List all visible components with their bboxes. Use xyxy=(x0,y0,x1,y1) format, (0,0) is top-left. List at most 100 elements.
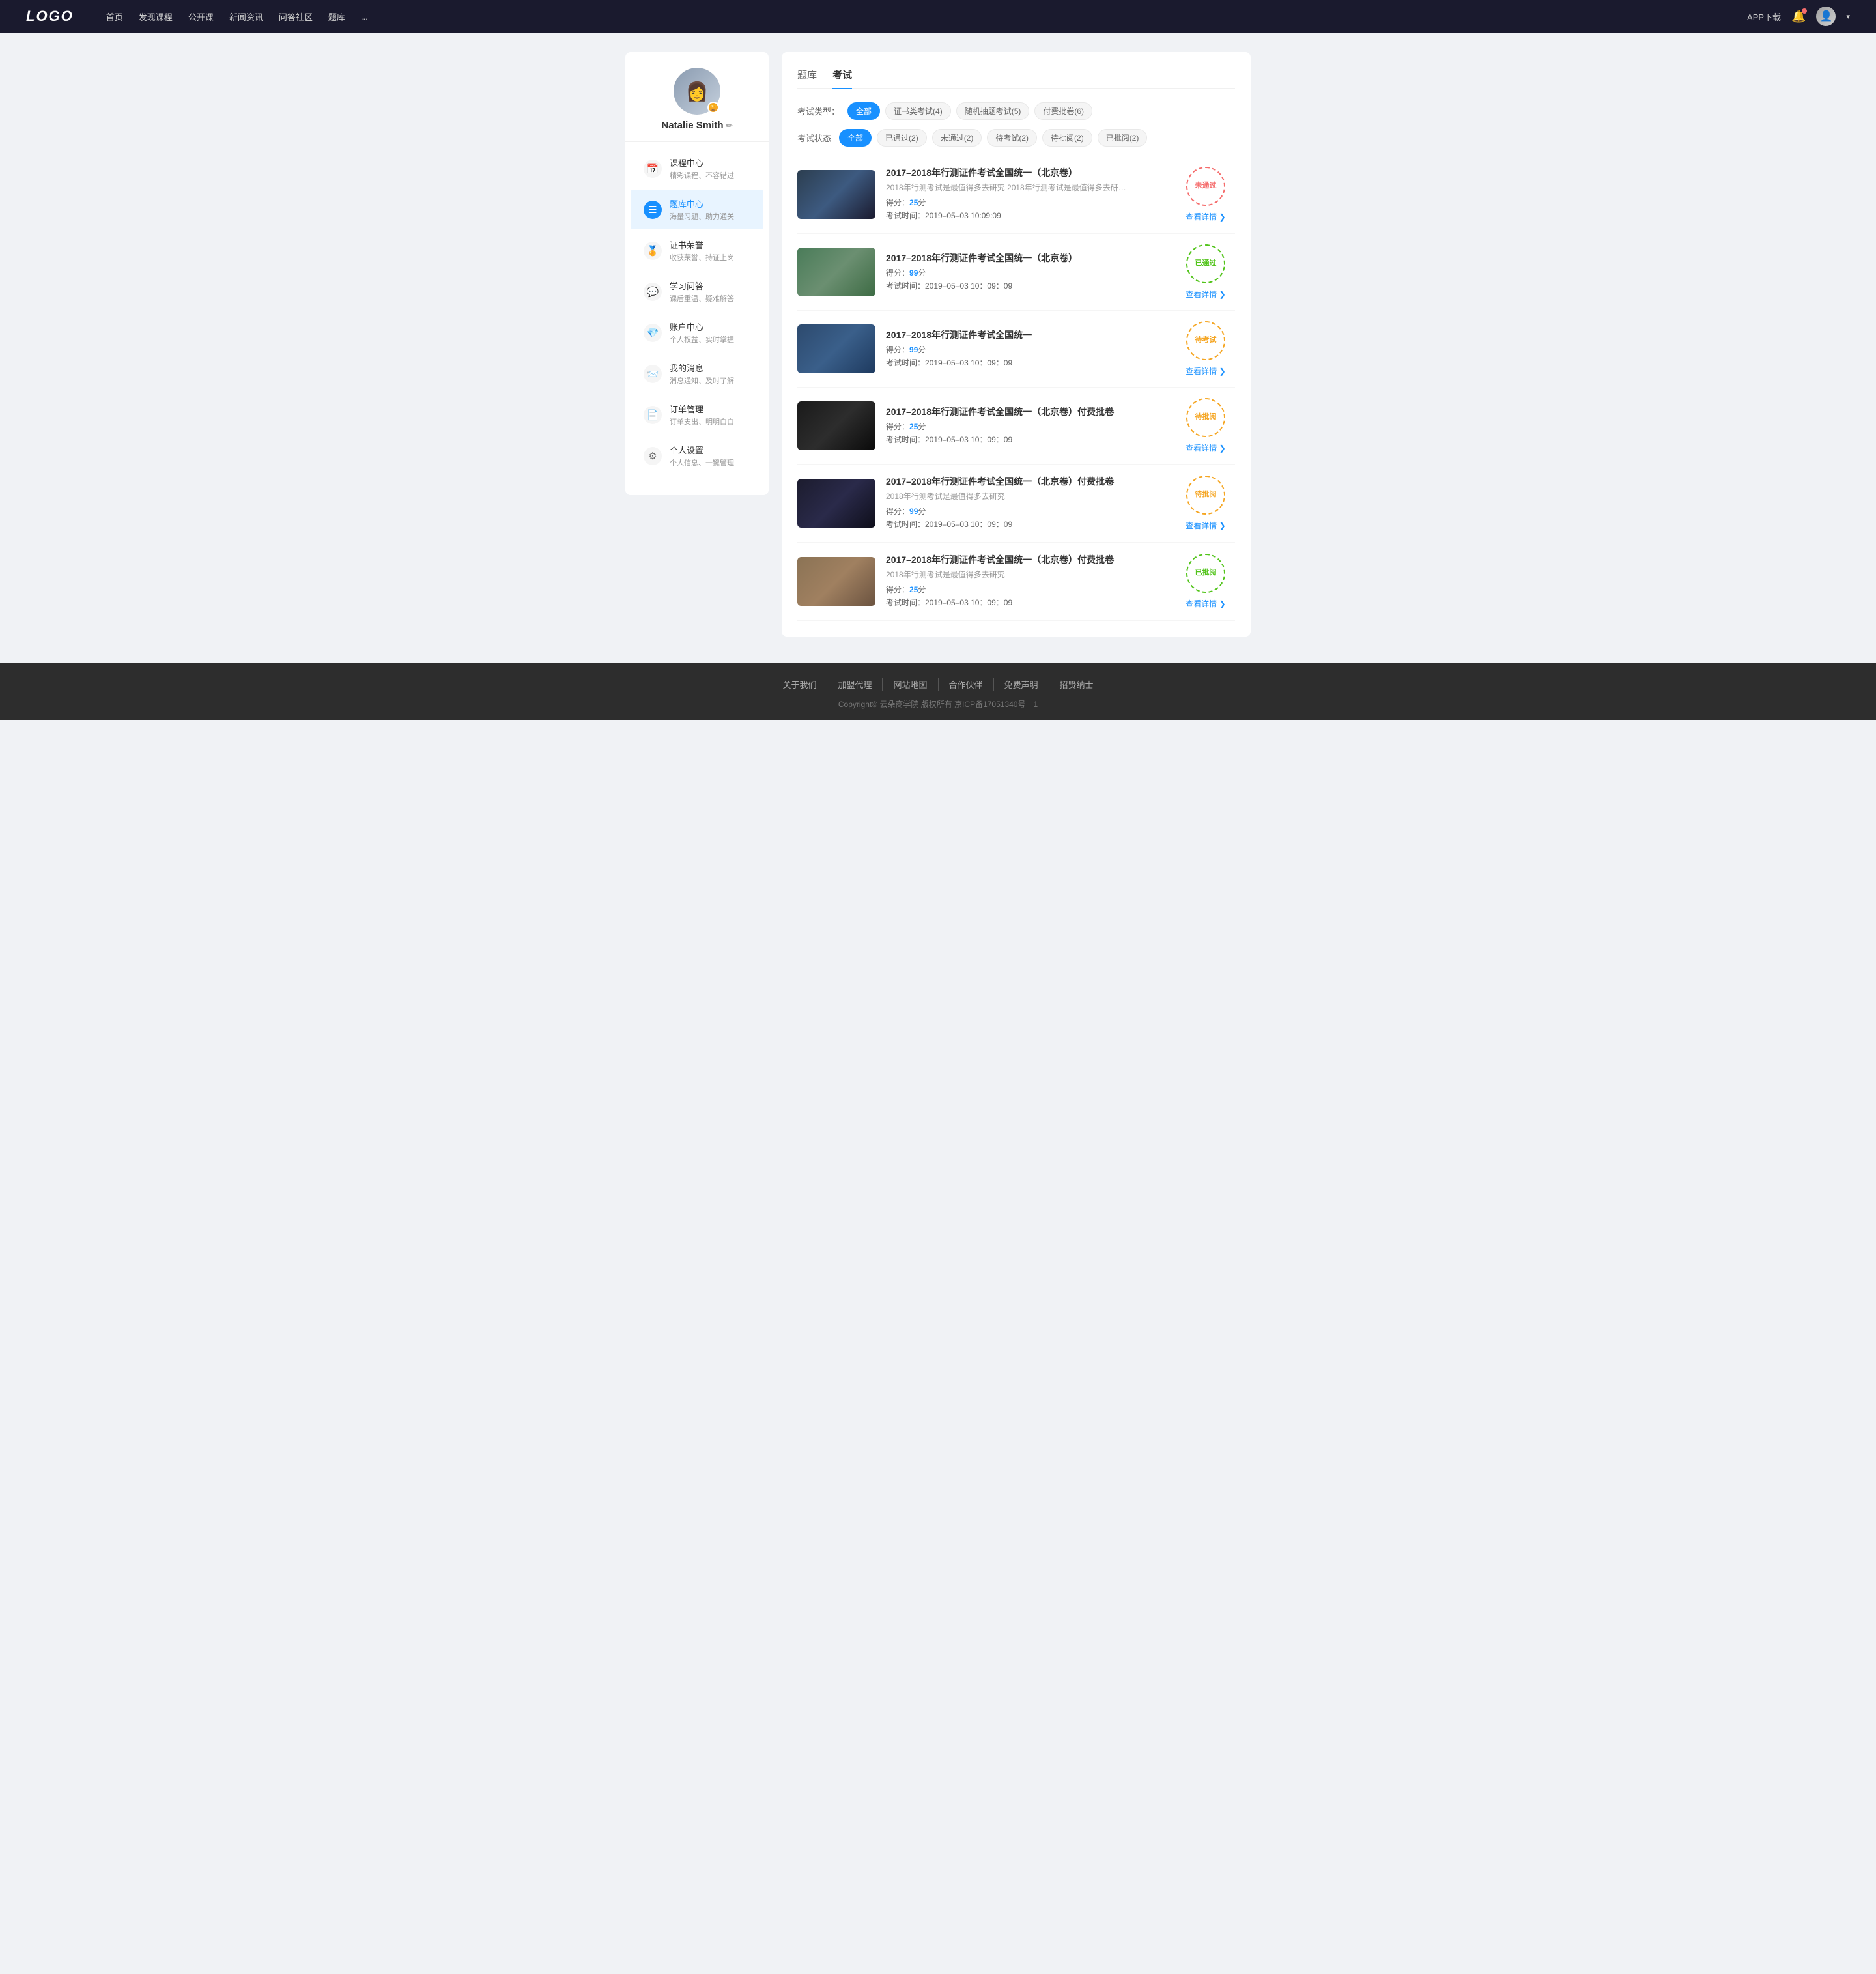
exam-detail-link-0[interactable]: 查看详情 ❯ xyxy=(1186,211,1225,222)
sidebar-item-6[interactable]: 📄 订单管理 订单支出、明明白白 xyxy=(631,395,763,435)
sidebar-item-icon-7: ⚙ xyxy=(644,447,662,465)
sidebar-item-1[interactable]: ☰ 题库中心 海量习题、助力通关 xyxy=(631,190,763,229)
sidebar-item-icon-5: 📨 xyxy=(644,365,662,383)
exam-detail-link-1[interactable]: 查看详情 ❯ xyxy=(1186,289,1225,300)
exam-stamp-4: 待批阅 xyxy=(1186,476,1225,515)
filter-status-tag-2[interactable]: 未通过(2) xyxy=(932,129,982,147)
sidebar-item-5[interactable]: 📨 我的消息 消息通知、及时了解 xyxy=(631,354,763,393)
nav-link-open[interactable]: 公开课 xyxy=(188,10,214,23)
nav-link-qa[interactable]: 问答社区 xyxy=(279,10,313,23)
sidebar-item-text-0: 课程中心 精彩课程、不容错过 xyxy=(670,156,750,180)
exam-detail-link-5[interactable]: 查看详情 ❯ xyxy=(1186,598,1225,609)
nav-right: APP下载 🔔 👤 ▾ xyxy=(1747,7,1850,26)
sidebar-item-icon-2: 🏅 xyxy=(644,242,662,260)
sidebar-item-text-5: 我的消息 消息通知、及时了解 xyxy=(670,362,750,386)
tab-bank[interactable]: 题库 xyxy=(797,68,817,89)
avatar[interactable]: 👤 xyxy=(1816,7,1836,26)
sidebar-item-0[interactable]: 📅 课程中心 精彩课程、不容错过 xyxy=(631,149,763,188)
footer-link-1[interactable]: 加盟代理 xyxy=(827,678,883,691)
filter-row-type: 考试类型： 全部证书类考试(4)随机抽题考试(5)付费批卷(6) xyxy=(797,102,1235,120)
sidebar-menu: 📅 课程中心 精彩课程、不容错过 ☰ 题库中心 海量习题、助力通关 🏅 证书荣誉… xyxy=(625,142,769,482)
sidebar-item-text-6: 订单管理 订单支出、明明白白 xyxy=(670,403,750,427)
filter-status-tag-5[interactable]: 已批阅(2) xyxy=(1098,129,1148,147)
footer-link-3[interactable]: 合作伙伴 xyxy=(939,678,994,691)
navbar: LOGO 首页 发现课程 公开课 新闻资讯 问答社区 题库 ... APP下载 … xyxy=(0,0,1876,33)
exam-score-3: 得分：25分 xyxy=(886,421,1166,432)
exam-thumb-0 xyxy=(797,170,875,219)
sidebar-item-3[interactable]: 💬 学习问答 课后重温、疑难解答 xyxy=(631,272,763,311)
nav-link-discover[interactable]: 发现课程 xyxy=(139,10,173,23)
exam-time-2: 考试时间：2019–05–03 10：09：09 xyxy=(886,357,1166,368)
filter-type-tag-0[interactable]: 全部 xyxy=(847,102,880,120)
sidebar-item-title-2: 证书荣誉 xyxy=(670,238,750,251)
footer: 关于我们加盟代理网站地图合作伙伴免费声明招贤纳士 Copyright© 云朵商学… xyxy=(0,663,1876,720)
filter-status-tag-3[interactable]: 待考试(2) xyxy=(987,129,1037,147)
exam-score-0: 得分：25分 xyxy=(886,197,1166,208)
nav-link-more[interactable]: ... xyxy=(361,12,368,21)
footer-copyright: Copyright© 云朵商学院 版权所有 京ICP备17051340号－1 xyxy=(0,698,1876,709)
sidebar-item-icon-6: 📄 xyxy=(644,406,662,424)
exam-info-5: 2017–2018年行测证件考试全国统一（北京卷）付费批卷 2018年行测考试是… xyxy=(886,553,1166,610)
footer-link-0[interactable]: 关于我们 xyxy=(772,678,827,691)
filter-status-tags: 全部已通过(2) 未通过(2) 待考试(2) 待批阅(2) 已批阅(2) xyxy=(839,129,1147,147)
exam-actions-1: 已通过 查看详情 ❯ xyxy=(1176,244,1235,300)
exam-time-1: 考试时间：2019–05–03 10：09：09 xyxy=(886,280,1166,291)
filter-type-tag-2[interactable]: 随机抽题考试(5) xyxy=(956,102,1030,120)
exam-actions-5: 已批阅 查看详情 ❯ xyxy=(1176,554,1235,609)
sidebar-item-2[interactable]: 🏅 证书荣誉 收获荣誉、持证上岗 xyxy=(631,231,763,270)
user-badge: 🏆 xyxy=(707,102,719,113)
exam-time-4: 考试时间：2019–05–03 10：09：09 xyxy=(886,519,1166,530)
exam-detail-link-3[interactable]: 查看详情 ❯ xyxy=(1186,442,1225,453)
filter-status-tag-0[interactable]: 全部 xyxy=(839,129,872,147)
footer-link-5[interactable]: 招贤纳士 xyxy=(1049,678,1104,691)
nav-app-download[interactable]: APP下载 xyxy=(1747,10,1781,23)
exam-desc-5: 2018年行测考试是最值得多去研究 xyxy=(886,569,1133,580)
footer-link-4[interactable]: 免费声明 xyxy=(994,678,1049,691)
exam-info-2: 2017–2018年行测证件考试全国统一 得分：99分 考试时间：2019–05… xyxy=(886,328,1166,370)
sidebar-item-title-7: 个人设置 xyxy=(670,444,750,456)
footer-links: 关于我们加盟代理网站地图合作伙伴免费声明招贤纳士 xyxy=(0,678,1876,691)
sidebar-item-title-5: 我的消息 xyxy=(670,362,750,374)
avatar-wrap: 👩 🏆 xyxy=(674,68,720,115)
exam-stamp-1: 已通过 xyxy=(1186,244,1225,283)
sidebar-item-sub-5: 消息通知、及时了解 xyxy=(670,375,750,386)
table-row: 2017–2018年行测证件考试全国统一（北京卷）付费批卷 得分：25分 考试时… xyxy=(797,388,1235,465)
sidebar-profile: 👩 🏆 Natalie Smith ✏ xyxy=(625,52,769,142)
exam-detail-link-2[interactable]: 查看详情 ❯ xyxy=(1186,365,1225,377)
filter-status-tag-1[interactable]: 已通过(2) xyxy=(877,129,927,147)
sidebar-item-text-1: 题库中心 海量习题、助力通关 xyxy=(670,197,750,222)
logo[interactable]: LOGO xyxy=(26,8,74,25)
nav-chevron-icon[interactable]: ▾ xyxy=(1846,12,1850,21)
sidebar-item-title-1: 题库中心 xyxy=(670,197,750,210)
sidebar-username: Natalie Smith ✏ xyxy=(661,120,732,131)
nav-link-home[interactable]: 首页 xyxy=(106,10,123,23)
exam-score-1: 得分：99分 xyxy=(886,267,1166,278)
sidebar-item-title-3: 学习问答 xyxy=(670,279,750,292)
sidebar-item-sub-0: 精彩课程、不容错过 xyxy=(670,170,750,180)
filter-row-status: 考试状态 全部已通过(2)未通过(2)待考试(2)待批阅(2)已批阅(2) xyxy=(797,129,1235,147)
badge-icon: 🏆 xyxy=(709,104,717,111)
exam-detail-link-4[interactable]: 查看详情 ❯ xyxy=(1186,520,1225,531)
nav-bell-button[interactable]: 🔔 xyxy=(1791,10,1806,23)
nav-link-news[interactable]: 新闻资讯 xyxy=(229,10,263,23)
table-row: 2017–2018年行测证件考试全国统一（北京卷） 2018年行测考试是最值得多… xyxy=(797,156,1235,234)
exam-stamp-0: 未通过 xyxy=(1186,167,1225,206)
exam-time-5: 考试时间：2019–05–03 10：09：09 xyxy=(886,597,1166,608)
nav-link-bank[interactable]: 题库 xyxy=(328,10,345,23)
filter-type-tag-1[interactable]: 证书类考试(4) xyxy=(885,102,951,120)
main-container: 👩 🏆 Natalie Smith ✏ 📅 课程中心 精彩课程、不容错过 ☰ 题… xyxy=(612,52,1264,637)
footer-link-2[interactable]: 网站地图 xyxy=(883,678,938,691)
exam-actions-4: 待批阅 查看详情 ❯ xyxy=(1176,476,1235,531)
filter-type-tag-3[interactable]: 付费批卷(6) xyxy=(1034,102,1092,120)
sidebar-item-7[interactable]: ⚙ 个人设置 个人信息、一键管理 xyxy=(631,436,763,476)
sidebar-item-4[interactable]: 💎 账户中心 个人权益、实时掌握 xyxy=(631,313,763,352)
edit-icon[interactable]: ✏ xyxy=(726,121,732,130)
tab-exam[interactable]: 考试 xyxy=(832,68,852,89)
exam-title-5: 2017–2018年行测证件考试全国统一（北京卷）付费批卷 xyxy=(886,553,1166,566)
sidebar-item-text-7: 个人设置 个人信息、一键管理 xyxy=(670,444,750,468)
sidebar-item-title-4: 账户中心 xyxy=(670,321,750,333)
exam-title-3: 2017–2018年行测证件考试全国统一（北京卷）付费批卷 xyxy=(886,405,1166,418)
exam-stamp-5: 已批阅 xyxy=(1186,554,1225,593)
exam-score-2: 得分：99分 xyxy=(886,344,1166,355)
filter-status-tag-4[interactable]: 待批阅(2) xyxy=(1042,129,1092,147)
